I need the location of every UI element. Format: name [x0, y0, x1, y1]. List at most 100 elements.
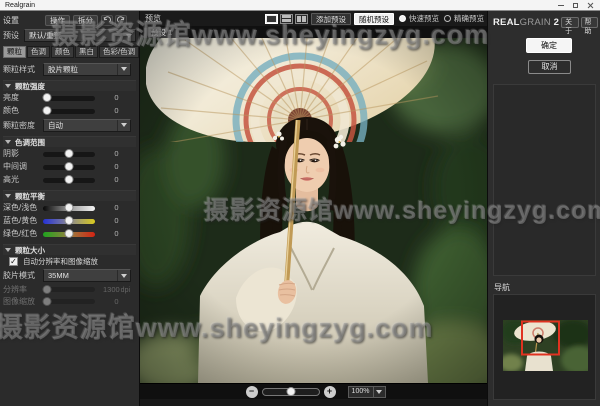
help-button[interactable]: 帮助: [581, 17, 598, 28]
window-title: Realgrain: [0, 2, 558, 9]
slider-thumb[interactable]: [43, 106, 52, 115]
slider-value: 0: [95, 162, 136, 171]
undo-icon: [103, 16, 111, 24]
zoom-toolbar: − + 100%: [140, 383, 487, 399]
zoom-in-button[interactable]: +: [324, 386, 336, 398]
slider-value: 0: [95, 93, 136, 102]
slider-track[interactable]: [43, 178, 95, 183]
tab-grain[interactable]: 颗粒: [3, 46, 26, 58]
slider-value: 0: [95, 297, 136, 306]
slider-row-green-red: 绿色/红色 0: [3, 227, 136, 240]
auto-resolution-label: 自动分辨率和图像缩放: [23, 256, 98, 267]
undo-button[interactable]: [101, 15, 113, 26]
slider-track[interactable]: [43, 109, 95, 114]
grain-style-dropdown[interactable]: 胶片颗粒: [43, 63, 131, 76]
slider-row-highlights: 高光 0: [3, 173, 136, 186]
section-grain-balance[interactable]: 颗粒平衡: [3, 190, 136, 201]
plugin-panel: REALGRAIN 2 关于 帮助 确定 取消 导航: [487, 11, 600, 406]
slider-row-shadows: 阴影 0: [3, 147, 136, 160]
film-mode-dropdown[interactable]: 35MM: [43, 269, 131, 282]
chevron-down-icon: [117, 270, 130, 281]
tab-bw[interactable]: 黑白: [75, 46, 98, 58]
photo-portrait-umbrella: [140, 38, 487, 383]
single-view-button[interactable]: [265, 14, 278, 24]
split-button[interactable]: 拆分: [73, 15, 98, 26]
slider-label: 亮度: [3, 92, 43, 103]
settings-menu[interactable]: 设置: [3, 15, 45, 26]
single-view-icon: [267, 16, 276, 22]
radio-icon: [399, 15, 406, 22]
auto-resolution-checkbox[interactable]: ✓: [9, 257, 18, 266]
grain-density-dropdown[interactable]: 自动: [43, 119, 131, 132]
navigator-panel: [493, 294, 596, 400]
actions-button[interactable]: 操作: [45, 15, 70, 26]
tab-color-tone[interactable]: 色彩/色调: [99, 46, 139, 58]
horizontal-split-view-button[interactable]: [280, 14, 293, 24]
slider-thumb[interactable]: [65, 229, 74, 238]
grain-style-label: 颗粒样式: [3, 64, 43, 75]
horizontal-split-icon: [282, 15, 291, 22]
section-tonal-range[interactable]: 色调范围: [3, 136, 136, 147]
zoom-level-value[interactable]: 100%: [348, 386, 374, 398]
grain-style-value: 胶片颗粒: [44, 64, 117, 75]
brand-logo: REALGRAIN 2: [493, 17, 559, 28]
realgrain-window: Realgrain 设置 操作 拆分 预设 默认/重置: [0, 0, 600, 406]
slider-track[interactable]: [43, 152, 95, 157]
slider-value: 0: [95, 203, 136, 212]
vertical-split-view-button[interactable]: [295, 14, 308, 24]
slider-thumb[interactable]: [65, 203, 74, 212]
navigator-thumbnail[interactable]: [503, 320, 588, 371]
maximize-icon[interactable]: [573, 3, 578, 8]
about-button[interactable]: 关于: [561, 17, 578, 28]
preview-image[interactable]: [140, 38, 487, 383]
minimize-icon[interactable]: [558, 5, 564, 6]
section-grain-strength[interactable]: 颗粒强度: [3, 80, 136, 91]
preset-dropdown[interactable]: 默认/重置: [24, 29, 136, 42]
preview-tab-preset-1[interactable]: 预设 1: [143, 27, 180, 38]
film-mode-label: 胶片模式: [3, 270, 43, 281]
slider-thumb[interactable]: [43, 93, 52, 102]
zoom-level-dropdown[interactable]: [374, 386, 386, 398]
settings-sidebar: 设置 操作 拆分 预设 默认/重置 颗粒 色调 颜色 黑白 色彩/色调: [0, 11, 140, 406]
slider-thumb[interactable]: [65, 162, 74, 171]
preset-value: 默认/重置: [25, 30, 122, 41]
chevron-down-icon: [5, 140, 11, 144]
slider-row-color: 颜色 0: [3, 104, 136, 117]
slider-label: 颜色: [3, 105, 43, 116]
zoom-out-button[interactable]: −: [246, 386, 258, 398]
cancel-button[interactable]: 取消: [528, 60, 571, 74]
slider-track[interactable]: [43, 232, 95, 237]
slider-track[interactable]: [43, 219, 95, 224]
slider-row-midtones: 中间调 0: [3, 160, 136, 173]
chevron-down-icon: [5, 84, 11, 88]
grain-density-value: 自动: [44, 120, 117, 131]
slider-label: 分辨率: [3, 284, 43, 295]
ok-button[interactable]: 确定: [526, 38, 572, 53]
slider-track[interactable]: [43, 206, 95, 211]
slider-row-image-scale: 图像缩放 0: [3, 295, 136, 307]
add-preset-button[interactable]: 添加预设: [311, 13, 351, 25]
precise-preview-radio[interactable]: 精确预览: [444, 13, 484, 24]
tab-tone[interactable]: 色调: [27, 46, 50, 58]
zoom-slider-track[interactable]: [262, 388, 320, 396]
slider-track[interactable]: [43, 96, 95, 101]
chevron-down-icon: [5, 248, 11, 252]
chevron-down-icon: [117, 120, 130, 131]
slider-thumb[interactable]: [65, 149, 74, 158]
redo-button[interactable]: [115, 15, 127, 26]
preview-panel: 预览 添加预设 随机预设 快速预览 精确预览 预设 1: [140, 11, 487, 406]
section-title: 颗粒强度: [15, 81, 45, 92]
random-preset-button[interactable]: 随机预设: [354, 13, 394, 25]
preset-label: 预设: [3, 30, 24, 41]
slider-thumb[interactable]: [65, 175, 74, 184]
preview-tab-bar: 预设 1: [140, 26, 487, 38]
redo-icon: [117, 16, 125, 24]
slider-track[interactable]: [43, 165, 95, 170]
zoom-slider-thumb[interactable]: [286, 387, 295, 396]
quick-preview-radio[interactable]: 快速预览: [399, 13, 439, 24]
slider-thumb[interactable]: [65, 216, 74, 225]
close-icon[interactable]: [587, 2, 593, 8]
slider-row-dark-light: 深色/浅色 0: [3, 201, 136, 214]
section-grain-size[interactable]: 颗粒大小: [3, 244, 136, 255]
tab-color[interactable]: 颜色: [51, 46, 74, 58]
